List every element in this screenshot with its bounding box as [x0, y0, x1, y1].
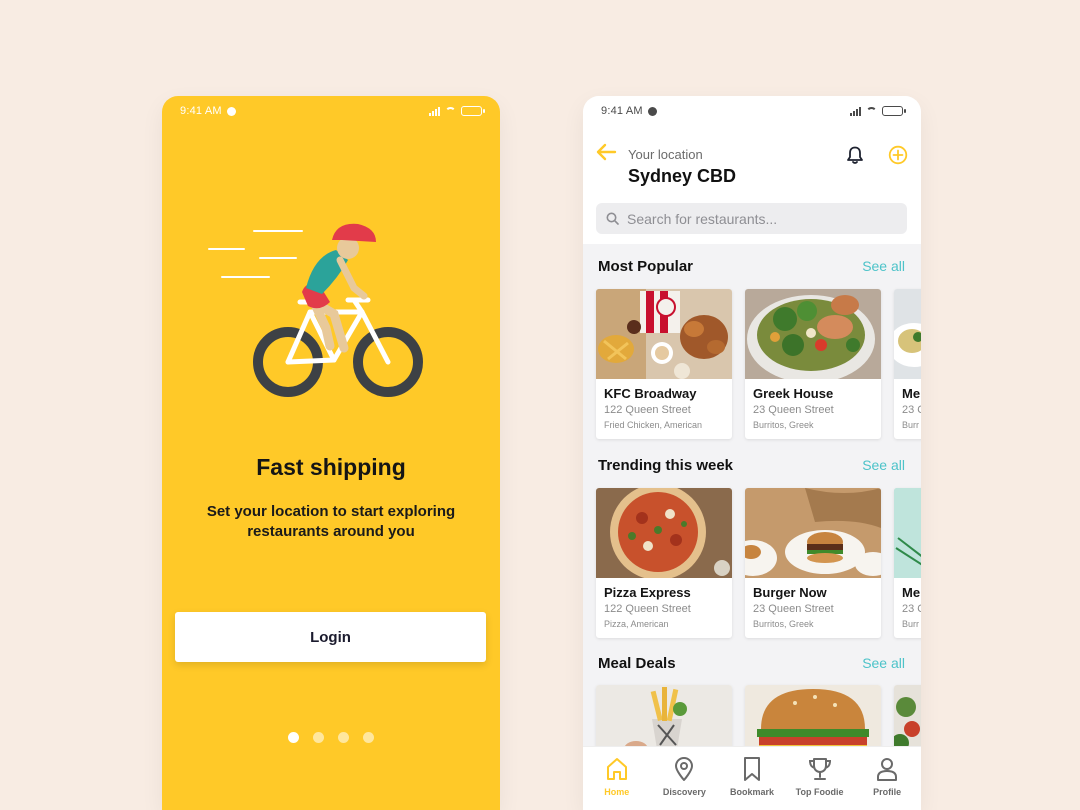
tab-label: Profile — [873, 787, 902, 797]
see-all-meal-deals[interactable]: See all — [862, 655, 905, 671]
restaurant-card[interactable]: KFC Broadway 122 Queen Street Fried Chic… — [596, 289, 732, 439]
user-icon — [877, 758, 898, 781]
page-dot-3[interactable] — [338, 732, 349, 743]
page-dot-4[interactable] — [363, 732, 374, 743]
trophy-icon — [808, 758, 831, 780]
restaurant-name: Pizza Express — [604, 585, 691, 600]
see-all-trending[interactable]: See all — [862, 457, 905, 473]
meal-deals-row — [596, 685, 921, 755]
section-title-meal-deals: Meal Deals — [598, 655, 676, 672]
battery-icon — [882, 106, 906, 116]
restaurant-name: KFC Broadway — [604, 386, 697, 401]
restaurant-name: Burger Now — [753, 585, 827, 600]
status-bar: 9:41 AM — [583, 96, 921, 126]
restaurant-card[interactable]: Burger Now 23 Queen Street Burritos, Gre… — [745, 488, 881, 638]
salad-bowl-food-photo — [745, 289, 881, 379]
restaurant-tags: Burritos, Greek — [753, 619, 814, 629]
tab-bookmark[interactable]: Bookmark — [720, 756, 784, 810]
fries-cone-food-photo — [596, 685, 732, 755]
page-dot-1[interactable] — [288, 732, 299, 743]
bookmark-icon — [743, 757, 760, 781]
helmet — [332, 223, 376, 242]
wifi-icon — [866, 107, 877, 115]
restaurant-tags: Pizza, American — [604, 619, 669, 629]
tab-discovery[interactable]: Discovery — [652, 756, 716, 810]
wifi-icon — [445, 107, 456, 115]
bottom-tab-bar: Home Discovery Bookmark Top Foodie Profi… — [583, 746, 921, 810]
tab-top-foodie[interactable]: Top Foodie — [788, 756, 852, 810]
most-popular-row: KFC Broadway 122 Queen Street Fried Chic… — [596, 289, 921, 439]
speed-lines — [208, 230, 303, 278]
tab-home[interactable]: Home — [585, 756, 649, 810]
restaurant-address: 23 Queen Street — [753, 603, 834, 615]
search-bar — [596, 203, 907, 234]
section-title-trending: Trending this week — [598, 457, 734, 474]
status-time: 9:41 AM — [601, 105, 643, 117]
restaurant-address: 23 Queen Street — [753, 404, 834, 416]
restaurant-card[interactable]: Pizza Express 122 Queen Street Pizza, Am… — [596, 488, 732, 638]
home-icon — [606, 758, 627, 780]
onboarding-subtitle: Set your location to start exploring res… — [206, 503, 456, 540]
table-food-photo — [894, 488, 921, 578]
fried-chicken-food-photo — [596, 289, 732, 379]
tab-label: Bookmark — [729, 787, 774, 797]
signal-icon — [429, 106, 440, 116]
trending-row: Pizza Express 122 Queen Street Pizza, Am… — [596, 488, 921, 638]
search-input[interactable] — [627, 210, 897, 227]
map-pin-icon — [675, 757, 694, 781]
tab-label: Discovery — [662, 787, 706, 797]
meal-deal-card[interactable] — [894, 685, 921, 755]
bell-icon[interactable] — [845, 145, 865, 165]
restaurant-name: Greek House — [753, 386, 834, 401]
add-circle-icon[interactable] — [888, 145, 908, 165]
restaurant-tags: Burritos, Greek — [753, 420, 814, 430]
restaurant-tags: Burr — [902, 619, 920, 629]
restaurant-card[interactable]: Me 23 Q Burr — [894, 289, 921, 439]
restaurant-address: 122 Queen Street — [604, 603, 691, 615]
restaurant-address: 23 Q — [902, 603, 921, 615]
search-icon — [606, 212, 619, 225]
alarm-icon — [647, 106, 657, 116]
restaurant-address: 23 Q — [902, 404, 921, 416]
see-all-most-popular[interactable]: See all — [862, 258, 905, 274]
meal-deal-card[interactable] — [745, 685, 881, 755]
page-dot-2[interactable] — [313, 732, 324, 743]
signal-icon — [850, 106, 861, 116]
greens-food-photo — [894, 685, 921, 755]
battery-icon — [461, 106, 485, 116]
meal-deal-card[interactable] — [596, 685, 732, 755]
restaurant-name: Me — [902, 585, 921, 600]
pizza-food-photo — [596, 488, 732, 578]
back-arrow-icon[interactable] — [595, 143, 617, 161]
section-title-most-popular: Most Popular — [598, 258, 694, 275]
tab-profile[interactable]: Profile — [855, 756, 919, 810]
location-header: Your location Sydney CBD — [583, 126, 921, 244]
cyclist-illustration — [208, 223, 423, 397]
tab-label: Top Foodie — [795, 787, 844, 797]
dish-food-photo — [894, 289, 921, 379]
status-time: 9:41 AM — [180, 105, 222, 117]
restaurant-tags: Burr — [902, 420, 920, 430]
onboarding-screen: 9:41 AM Fast shipping Set your location … — [162, 96, 500, 810]
alarm-icon — [226, 106, 236, 116]
burger-plate-food-photo — [745, 488, 881, 578]
onboarding-title: Fast shipping — [256, 454, 406, 480]
page-indicator — [162, 732, 500, 743]
location-city[interactable]: Sydney CBD — [628, 166, 736, 187]
status-bar: 9:41 AM — [162, 96, 500, 126]
tab-label: Home — [604, 787, 630, 797]
burger-food-photo — [745, 685, 881, 755]
location-label: Your location — [628, 147, 703, 162]
restaurant-card[interactable]: Me 23 Q Burr — [894, 488, 921, 638]
login-button[interactable]: Login — [175, 612, 486, 662]
restaurant-tags: Fried Chicken, American — [604, 420, 703, 430]
restaurant-name: Me — [902, 386, 921, 401]
restaurant-address: 122 Queen Street — [604, 404, 691, 416]
restaurant-card[interactable]: Greek House 23 Queen Street Burritos, Gr… — [745, 289, 881, 439]
home-screen: 9:41 AM Your location Sydney CBD Search … — [583, 96, 921, 810]
